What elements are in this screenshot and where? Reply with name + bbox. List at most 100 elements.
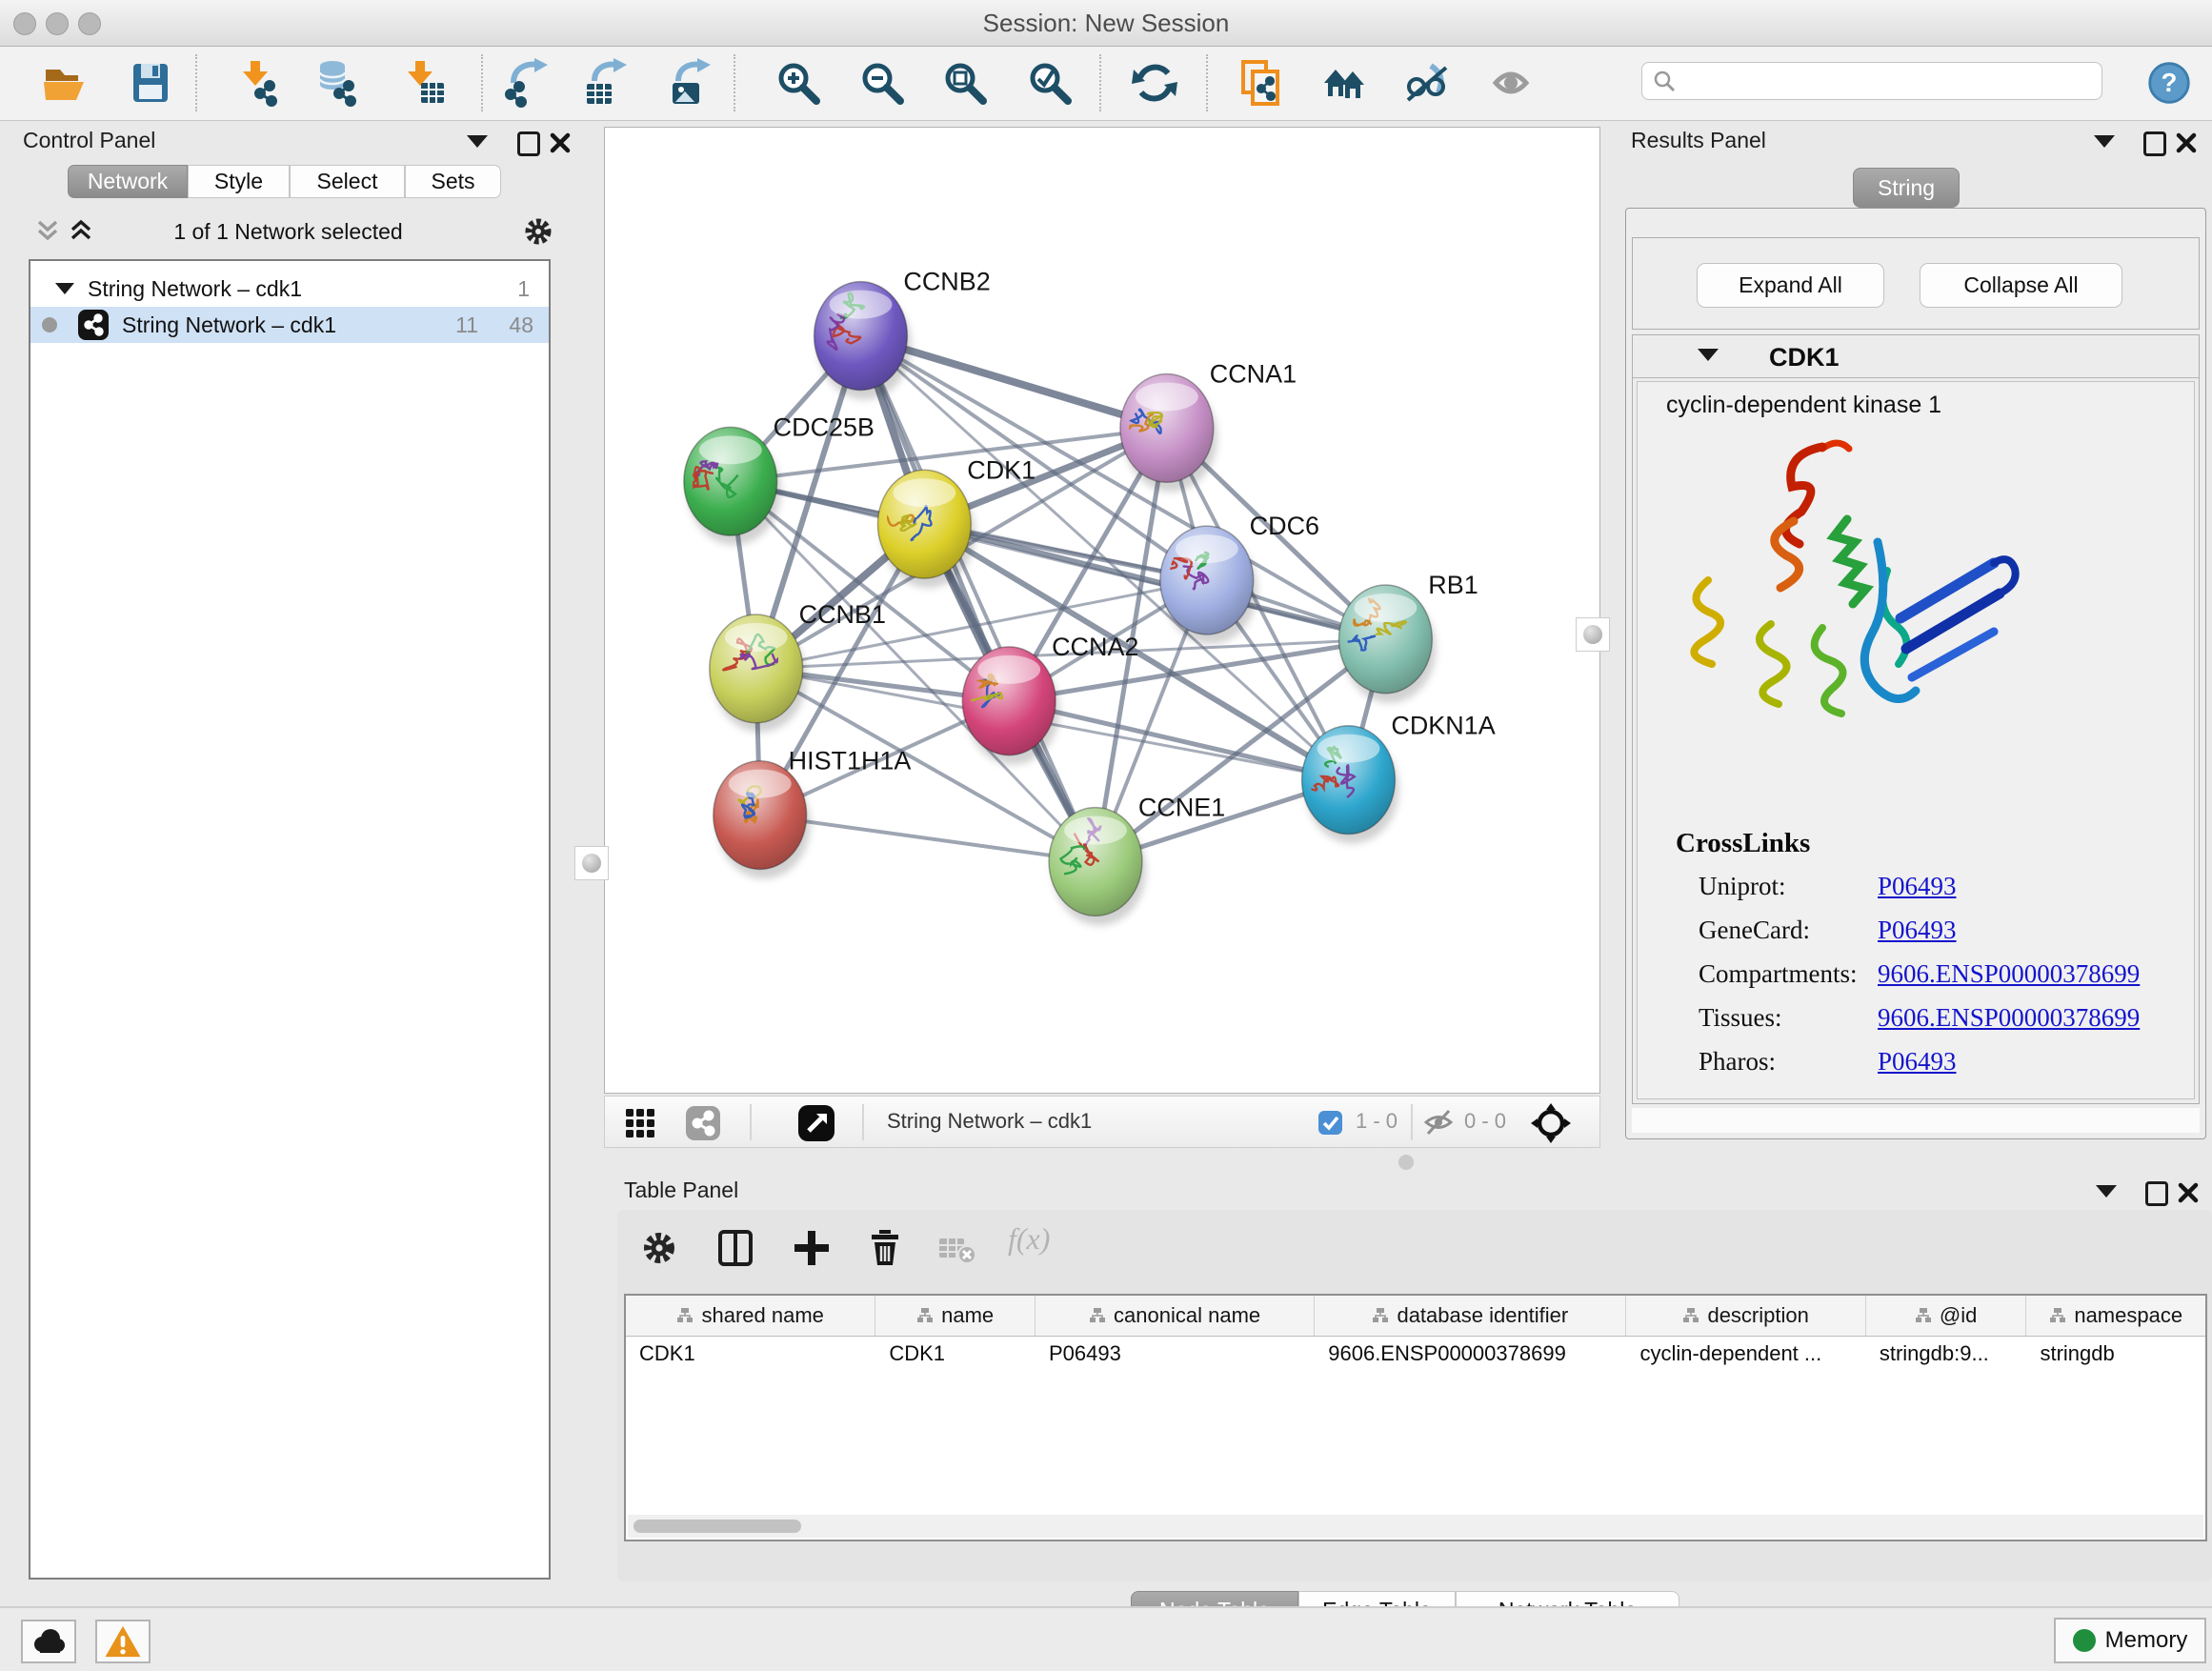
crosslink-link[interactable]: 9606.ENSP00000378699 <box>1878 959 2140 989</box>
cloud-button[interactable] <box>21 1620 76 1663</box>
network-status-dot <box>42 317 57 332</box>
network-node-RB1[interactable]: RB1 <box>1339 571 1478 694</box>
detach-view-icon[interactable] <box>797 1104 835 1142</box>
zoom-fit-icon[interactable] <box>940 58 990 108</box>
column-type-icon <box>1915 1307 1932 1324</box>
session-document-icon[interactable] <box>1236 58 1285 108</box>
help-icon[interactable]: ? <box>2146 60 2192 106</box>
zoom-selected-icon[interactable] <box>1025 58 1075 108</box>
cdk1-card-body: cyclin-dependent kinase 1 <box>1637 381 2195 1099</box>
results-panel-float-icon[interactable] <box>2143 131 2168 156</box>
export-network-icon[interactable] <box>502 58 552 108</box>
column-header-canonical-name[interactable]: canonical name <box>1036 1296 1315 1336</box>
column-header-namespace[interactable]: namespace <box>2026 1296 2205 1336</box>
network-edge[interactable] <box>760 815 1096 862</box>
tab-style[interactable]: Style <box>188 165 290 198</box>
left-splitter-handle[interactable] <box>574 846 609 880</box>
column-type-icon <box>2049 1307 2066 1324</box>
window-title: Session: New Session <box>0 9 2212 38</box>
show-columns-icon[interactable] <box>714 1227 756 1269</box>
zoom-in-icon[interactable] <box>774 58 823 108</box>
crosslink-link[interactable]: P06493 <box>1878 872 1957 901</box>
hide-selected-icon[interactable] <box>1402 58 1452 108</box>
import-table-file-icon[interactable] <box>398 58 448 108</box>
zoom-out-icon[interactable] <box>857 58 907 108</box>
export-table-icon[interactable] <box>581 58 631 108</box>
node-table: shared name name canonical name database… <box>624 1294 2207 1541</box>
table-panel-float-icon[interactable] <box>2145 1181 2170 1206</box>
network-node-CDKN1A[interactable]: CDKN1A <box>1302 712 1496 835</box>
collapse-all-button[interactable]: Collapse All <box>1920 263 2122 308</box>
network-collection-row[interactable]: String Network – cdk1 1 <box>30 271 549 307</box>
delete-column-icon[interactable] <box>864 1227 906 1269</box>
cell-shared-name: CDK1 <box>626 1341 875 1366</box>
control-panel-close-icon[interactable] <box>549 131 573 156</box>
function-builder-icon[interactable]: f(x) <box>1008 1221 1084 1263</box>
grid-view-icon[interactable] <box>624 1107 656 1139</box>
column-type-icon <box>1372 1307 1389 1324</box>
control-panel-float-icon[interactable] <box>517 131 542 156</box>
table-horizontal-scrollbar[interactable] <box>628 1515 2203 1538</box>
open-session-icon[interactable] <box>40 58 90 108</box>
show-all-icon[interactable] <box>1486 58 1536 108</box>
network-edge[interactable] <box>1009 701 1348 780</box>
tab-select[interactable]: Select <box>290 165 405 198</box>
bar-separator <box>750 1104 752 1140</box>
column-header-id[interactable]: @id <box>1866 1296 2027 1336</box>
network-share-view-icon[interactable] <box>685 1105 721 1141</box>
network-canvas[interactable]: CCNB2CCNA1CDC25BCDK1CDC6RB1CCNB1CCNA2CDK… <box>604 127 1600 1094</box>
table-row[interactable]: CDK1 CDK1 P06493 9606.ENSP00000378699 cy… <box>626 1336 2205 1372</box>
tree-expander-icon[interactable] <box>55 283 74 294</box>
warnings-button[interactable] <box>95 1620 151 1663</box>
string-network-icon <box>78 310 109 340</box>
selected-checkbox-icon[interactable] <box>1317 1110 1343 1136</box>
results-panel-menu-icon[interactable] <box>2094 135 2119 160</box>
export-image-icon[interactable] <box>665 58 714 108</box>
hidden-eye-icon[interactable] <box>1422 1108 1455 1137</box>
network-graph[interactable]: CCNB2CCNA1CDC25BCDK1CDC6RB1CCNB1CCNA2CDK… <box>605 128 1599 1093</box>
delete-table-icon[interactable] <box>935 1227 977 1269</box>
network-edge[interactable] <box>861 336 1096 862</box>
cdk1-collapse-icon[interactable] <box>1698 349 1719 361</box>
expand-all-button[interactable]: Expand All <box>1697 263 1884 308</box>
tab-sets[interactable]: Sets <box>405 165 501 198</box>
search-input[interactable] <box>1684 68 2101 94</box>
network-collection-count: 1 <box>517 276 549 302</box>
column-header-database-identifier[interactable]: database identifier <box>1315 1296 1626 1336</box>
save-session-icon[interactable] <box>126 58 175 108</box>
control-panel-menu-icon[interactable] <box>467 135 492 160</box>
add-column-icon[interactable] <box>791 1227 833 1269</box>
right-splitter-handle[interactable] <box>1576 617 1610 652</box>
refresh-icon[interactable] <box>1130 58 1179 108</box>
network-node-HIST1H1A[interactable]: HIST1H1A <box>714 747 912 870</box>
column-header-description[interactable]: description <box>1626 1296 1865 1336</box>
column-header-shared-name[interactable]: shared name <box>626 1296 875 1336</box>
crosslink-link[interactable]: P06493 <box>1878 1047 1957 1077</box>
results-panel-close-icon[interactable] <box>2175 131 2200 156</box>
pan-crosshair-icon[interactable] <box>1531 1103 1571 1143</box>
column-type-icon <box>916 1307 934 1324</box>
scrollbar-thumb[interactable] <box>633 1520 801 1533</box>
crosslink-link[interactable]: 9606.ENSP00000378699 <box>1878 1003 2140 1033</box>
import-network-database-icon[interactable] <box>312 58 362 108</box>
warning-icon <box>104 1624 142 1659</box>
crosslink-link[interactable]: P06493 <box>1878 916 1957 945</box>
memory-button[interactable]: Memory <box>2054 1618 2206 1663</box>
crosslink-label: GeneCard: <box>1699 916 1810 945</box>
network-options-gear-icon[interactable] <box>522 215 554 248</box>
network-node-CCNA1[interactable]: CCNA1 <box>1108 359 1297 482</box>
horizontal-splitter-handle[interactable] <box>1398 1155 1414 1170</box>
tab-network[interactable]: Network <box>68 165 188 198</box>
cdk1-card-header[interactable]: CDK1 <box>1633 335 2199 378</box>
home-icon[interactable] <box>1320 58 1370 108</box>
results-scrollbar-track[interactable] <box>1632 1108 2200 1133</box>
table-panel-close-icon[interactable] <box>2177 1181 2202 1206</box>
network-row-selected[interactable]: String Network – cdk1 11 48 <box>30 307 549 343</box>
tab-string[interactable]: String <box>1853 168 1960 208</box>
node-label: CCNE1 <box>1138 794 1225 822</box>
network-node-CDK1[interactable]: CDK1 <box>872 455 1036 578</box>
import-network-file-icon[interactable] <box>233 58 283 108</box>
table-panel-menu-icon[interactable] <box>2096 1185 2121 1210</box>
column-header-name[interactable]: name <box>875 1296 1036 1336</box>
table-gear-icon[interactable] <box>638 1227 680 1269</box>
